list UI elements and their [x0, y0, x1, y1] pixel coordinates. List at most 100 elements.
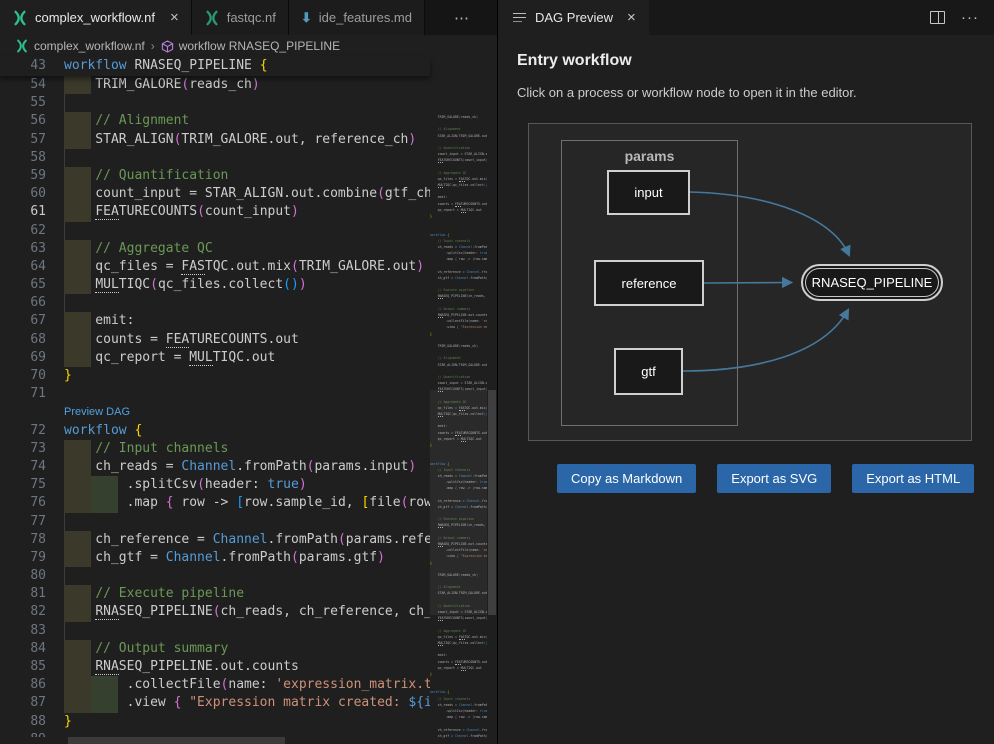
- minimap-line: .map { row -> [row.sample_id, [file(row.…: [430, 714, 487, 720]
- close-panel-icon[interactable]: ×: [627, 9, 636, 26]
- more-actions-icon[interactable]: ···: [961, 9, 979, 26]
- tab-overflow-icon[interactable]: ⋯: [454, 9, 470, 27]
- edge-input-pipeline: [690, 192, 849, 255]
- breadcrumb-file[interactable]: complex_workflow.nf: [15, 39, 145, 53]
- minimap-line: .map { row -> [row.sample_id, [file(row.…: [430, 256, 487, 262]
- codelens-preview-dag-link[interactable]: Preview DAG: [64, 403, 130, 421]
- copy-as-markdown-button[interactable]: Copy as Markdown: [557, 464, 696, 493]
- code-line[interactable]: 86 .collectFile(name: 'expression_matrix…: [0, 676, 430, 694]
- minimap-line: FEATURECOUNTS(count_input): [430, 157, 487, 163]
- code-line[interactable]: 62: [0, 222, 430, 240]
- dag-node-input[interactable]: input: [607, 170, 690, 215]
- line-number: 79: [0, 549, 46, 567]
- code-line[interactable]: 77: [0, 513, 430, 531]
- code-line[interactable]: 70}: [0, 367, 430, 385]
- line-number: 69: [0, 349, 46, 367]
- code-line[interactable]: Preview DAG: [0, 403, 430, 421]
- minimap-line: MULTIQC(qc_files.collect()): [430, 182, 487, 188]
- code-line[interactable]: 79 ch_gtf = Channel.fromPath(params.gtf): [0, 549, 430, 567]
- split-editor-icon[interactable]: [930, 11, 945, 24]
- minimap-slider[interactable]: [430, 390, 487, 615]
- line-number: 73: [0, 440, 46, 458]
- close-tab-icon[interactable]: ×: [170, 10, 179, 25]
- code-line[interactable]: 65 MULTIQC(qc_files.collect()): [0, 276, 430, 294]
- code-lines: 54 TRIM_GALORE(reads_ch)5556 // Alignmen…: [0, 76, 430, 737]
- preview-list-icon: [513, 13, 526, 23]
- vertical-scrollbar[interactable]: [487, 114, 497, 744]
- code-line[interactable]: 73 // Input channels: [0, 440, 430, 458]
- minimap-line: ch_gtf = Channel.fromPath(params.gtf): [430, 275, 487, 281]
- code-line[interactable]: 75 .splitCsv(header: true): [0, 476, 430, 494]
- minimap-line: MULTIQC(qc_files.collect()): [430, 640, 487, 646]
- code-line[interactable]: 60 count_input = STAR_ALIGN.out.combine(…: [0, 185, 430, 203]
- minimap-line: FEATURECOUNTS(count_input): [430, 615, 487, 621]
- code-line[interactable]: 69 qc_report = MULTIQC.out: [0, 349, 430, 367]
- line-number: 85: [0, 658, 46, 676]
- dag-node-rnaseq-pipeline[interactable]: RNASEQ_PIPELINE: [801, 264, 943, 301]
- breadcrumb-file-label: complex_workflow.nf: [34, 39, 145, 53]
- code-line[interactable]: 58: [0, 149, 430, 167]
- code-line[interactable]: 67 emit:: [0, 312, 430, 330]
- editor-pane: complex_workflow.nf × fastqc.nf ⬇ ide_fe…: [0, 0, 497, 744]
- code-line[interactable]: 74 ch_reads = Channel.fromPath(params.in…: [0, 458, 430, 476]
- code-line[interactable]: 87 .view { "Expression matrix created: $…: [0, 694, 430, 712]
- export-as-svg-button[interactable]: Export as SVG: [717, 464, 831, 493]
- code-line[interactable]: 88}: [0, 713, 430, 731]
- line-number: 43: [0, 57, 46, 75]
- line-number: 60: [0, 185, 46, 203]
- panel-tab-bar: DAG Preview × ···: [498, 0, 994, 35]
- tab-ide-features[interactable]: ⬇ ide_features.md: [289, 0, 425, 35]
- code-line[interactable]: 54 TRIM_GALORE(reads_ch): [0, 76, 430, 94]
- export-as-html-button[interactable]: Export as HTML: [852, 464, 974, 493]
- symbol-cube-icon: [161, 40, 174, 53]
- code-line[interactable]: 71: [0, 385, 430, 403]
- line-number: 68: [0, 331, 46, 349]
- code-line[interactable]: 64 qc_files = FASTQC.out.mix(TRIM_GALORE…: [0, 258, 430, 276]
- tab-complex-workflow[interactable]: complex_workflow.nf ×: [0, 0, 192, 35]
- code-line[interactable]: 61 FEATURECOUNTS(count_input): [0, 203, 430, 221]
- code-line[interactable]: 83: [0, 622, 430, 640]
- edge-reference-pipeline: [704, 283, 791, 284]
- code-line[interactable]: 72workflow {: [0, 422, 430, 440]
- code-line[interactable]: 68 counts = FEATURECOUNTS.out: [0, 331, 430, 349]
- code-line[interactable]: 81 // Execute pipeline: [0, 585, 430, 603]
- edge-gtf-pipeline: [683, 310, 848, 371]
- line-number: 57: [0, 131, 46, 149]
- export-buttons: Copy as Markdown Export as SVG Export as…: [557, 464, 975, 493]
- code-line[interactable]: 43workflow RNASEQ_PIPELINE {: [0, 57, 430, 75]
- nextflow-icon: [204, 10, 220, 26]
- tab-fastqc[interactable]: fastqc.nf: [192, 0, 289, 35]
- editor-tab-bar: complex_workflow.nf × fastqc.nf ⬇ ide_fe…: [0, 0, 497, 35]
- line-number: 59: [0, 167, 46, 185]
- dag-diagram: params input reference gtf RNASEQ_PIPELI…: [528, 123, 972, 441]
- horizontal-scrollbar-thumb[interactable]: [68, 737, 285, 744]
- code-line[interactable]: 76 .map { row -> [row.sample_id, [file(r…: [0, 494, 430, 512]
- code-editor[interactable]: 43workflow RNASEQ_PIPELINE { 54 TRIM_GAL…: [0, 57, 497, 744]
- dag-preview-panel: DAG Preview × ··· Entry workflow Click o…: [497, 0, 994, 744]
- dag-node-gtf[interactable]: gtf: [614, 348, 683, 395]
- line-number: 78: [0, 531, 46, 549]
- vertical-scrollbar-thumb[interactable]: [488, 390, 496, 615]
- code-line[interactable]: 56 // Alignment: [0, 112, 430, 130]
- line-number: 70: [0, 367, 46, 385]
- breadcrumb-symbol[interactable]: workflow RNASEQ_PIPELINE: [161, 39, 340, 53]
- code-line[interactable]: 59 // Quantification: [0, 167, 430, 185]
- line-number: 62: [0, 222, 46, 240]
- line-number: 76: [0, 494, 46, 512]
- tab-label: ide_features.md: [319, 10, 412, 25]
- sticky-scroll-line[interactable]: 43workflow RNASEQ_PIPELINE {: [0, 57, 430, 76]
- code-line[interactable]: 55: [0, 94, 430, 112]
- code-line[interactable]: 85 RNASEQ_PIPELINE.out.counts: [0, 658, 430, 676]
- breadcrumb-separator: ›: [151, 39, 155, 53]
- code-line[interactable]: 63 // Aggregate QC: [0, 240, 430, 258]
- code-line[interactable]: 82 RNASEQ_PIPELINE(ch_reads, ch_referenc…: [0, 603, 430, 621]
- code-line[interactable]: 80: [0, 567, 430, 585]
- code-line[interactable]: 78 ch_reference = Channel.fromPath(param…: [0, 531, 430, 549]
- code-line[interactable]: 57 STAR_ALIGN(TRIM_GALORE.out, reference…: [0, 131, 430, 149]
- code-line[interactable]: 66: [0, 294, 430, 312]
- code-line[interactable]: 84 // Output summary: [0, 640, 430, 658]
- tab-dag-preview[interactable]: DAG Preview ×: [498, 0, 649, 35]
- dag-node-reference[interactable]: reference: [594, 260, 704, 306]
- nextflow-icon: [15, 39, 29, 53]
- minimap-line: qc_report = MULTIQC.out: [430, 665, 487, 671]
